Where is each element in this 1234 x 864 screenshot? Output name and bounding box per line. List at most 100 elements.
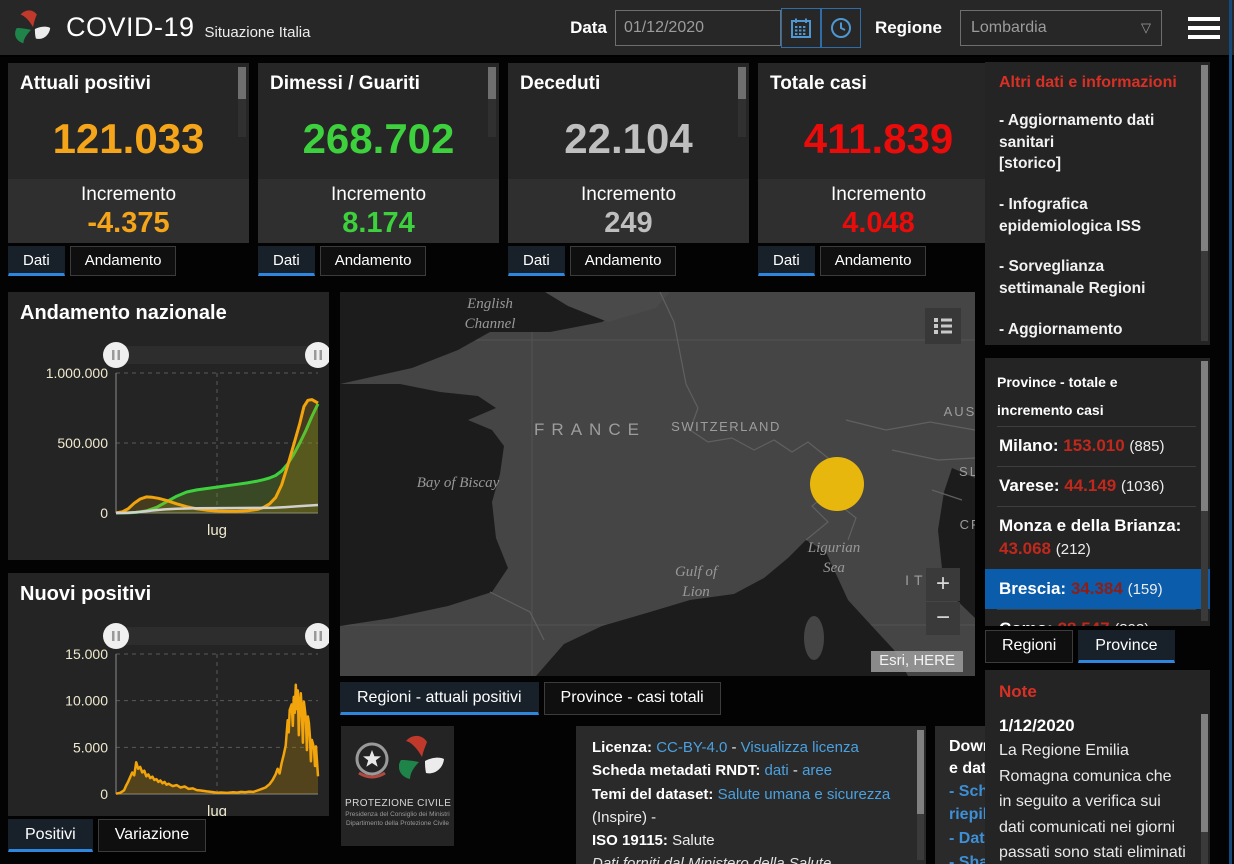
sidebar-tab-province[interactable]: Province (1078, 630, 1175, 663)
card-0-tab-dati[interactable]: Dati (8, 246, 65, 276)
info-panel-scrollbar[interactable] (1201, 65, 1208, 341)
province-increment: (1036) (1120, 477, 1165, 495)
summary-card-1: Dimessi / Guariti 268.702 Incremento 8.174 (258, 63, 499, 243)
menu-icon (1188, 16, 1220, 21)
map[interactable]: English Channel Bay of Biscay Gulf of Lion Li… (340, 292, 975, 676)
map-tab-province-casi-totali[interactable]: Province - casi totali (543, 682, 721, 715)
time-button[interactable] (820, 7, 861, 48)
card-2-tab-andamento[interactable]: Andamento (569, 246, 677, 276)
calendar-button[interactable] (780, 7, 821, 48)
date-label: Data (570, 17, 607, 37)
summary-card-3: Totale casi 411.839 Incremento 4.048 (758, 63, 999, 243)
protezione-civile-logo-block: PROTEZIONE CIVILE Presidenza del Consigl… (341, 726, 454, 846)
map-marker-lombardia[interactable] (810, 457, 864, 511)
logo-line2: Dipartimento della Protezione Civile (346, 820, 449, 827)
card-scrollbar[interactable] (738, 67, 746, 137)
zoom-out-button[interactable]: − (926, 602, 960, 635)
province-total: 28.547 (1058, 619, 1110, 626)
license-link[interactable]: CC-BY-4.0 (656, 739, 727, 756)
card-title: Totale casi (770, 73, 867, 94)
license-scrollbar[interactable] (917, 730, 924, 860)
card-scrollbar[interactable] (238, 67, 246, 137)
card-3-tab-andamento[interactable]: Andamento (819, 246, 927, 276)
license-link[interactable]: aree (802, 762, 832, 779)
province-panel-tabs: Regioni Province (985, 630, 1210, 663)
province-total: 34.384 (1070, 578, 1123, 598)
license-link[interactable]: Salute umana e sicurezza (718, 786, 891, 803)
menu-button[interactable] (1188, 16, 1220, 39)
note-panel-title: Note (999, 682, 1037, 701)
region-select[interactable]: Lombardia ▽ (960, 9, 1162, 46)
card-2-tab-dati[interactable]: Dati (508, 246, 565, 276)
province-row-monza-e-della-brianza[interactable]: Monza e della Brianza: 43.068 (212) (997, 505, 1196, 569)
range-slider-handle[interactable] (103, 342, 129, 368)
province-row-varese[interactable]: Varese: 44.149 (1036) (997, 465, 1196, 506)
map-label: FRANCE (534, 420, 646, 439)
legend-list-icon (934, 318, 952, 334)
info-link[interactable]: - Aggiornamento dati sanitari [storico] (999, 110, 1188, 175)
card-scrollbar[interactable] (488, 67, 496, 137)
province-panel: Province - totale e incremento casi Mila… (985, 358, 1210, 626)
province-panel-title: Province - totale e incremento casi (997, 374, 1118, 418)
national-trend-chart[interactable]: 0 500.000 1.000.000 lug (20, 327, 329, 557)
sidebar-tab-regioni[interactable]: Regioni (985, 630, 1074, 663)
range-slider-handle[interactable] (305, 342, 329, 368)
province-row-brescia[interactable]: Brescia: 34.384 (159) (985, 568, 1210, 609)
summary-card-0: Attuali positivi 121.033 Incremento -4.375 (8, 63, 249, 243)
card-value: 411.839 (803, 115, 954, 162)
zoom-in-button[interactable]: + (926, 568, 960, 601)
map-label: AUS (944, 404, 975, 419)
date-input[interactable] (614, 9, 781, 46)
new-positives-tab-positivi[interactable]: Positivi (8, 819, 93, 852)
license-line: Temi del dataset: Salute umana e sicurez… (592, 785, 891, 826)
note-text: La Regione Emilia Romagna comunica che i… (999, 742, 1186, 862)
card-tabs: Dati Andamento (258, 246, 499, 276)
svg-text:15.000: 15.000 (65, 646, 108, 662)
map-attribution: Esri, HERE (871, 651, 963, 672)
covid-dashboard: COVID-19 Situazione Italia Data Re (0, 0, 1234, 864)
license-panel: Licenza: CC-BY-4.0 - Visualizza licenza S… (576, 726, 926, 864)
chevron-down-icon: ▽ (1141, 19, 1151, 35)
license-link[interactable]: Visualizza licenza (741, 739, 859, 756)
note-panel: Note 1/12/2020 La Regione Emilia Romagna… (985, 670, 1210, 864)
svg-text:lug: lug (207, 522, 227, 539)
card-3-tab-dati[interactable]: Dati (758, 246, 815, 276)
svg-text:0: 0 (100, 786, 108, 802)
card-0-tab-andamento[interactable]: Andamento (69, 246, 177, 276)
increment-value: -4.375 (87, 207, 170, 239)
card-1-tab-andamento[interactable]: Andamento (319, 246, 427, 276)
national-trend-panel: Andamento nazionale 0 500.000 1.000.000 lug (8, 292, 329, 560)
info-link[interactable]: - Sorveglianza settimanale Regioni (999, 256, 1188, 299)
new-positives-panel: Nuovi positivi 0 5.000 10.000 15.000 lug (8, 573, 329, 816)
logo-line1: Presidenza del Consiglio dei Ministri (345, 811, 450, 818)
license-line: Scheda metadati RNDT: dati - aree (592, 762, 833, 780)
map-label: CR (960, 517, 975, 532)
info-link[interactable]: - Infografica epidemiologica ISS (999, 194, 1188, 237)
map-canvas[interactable]: English ChannelBay of BiscayGulf of LionLi… (340, 292, 975, 676)
province-row-milano[interactable]: Milano: 153.010 (885) (997, 426, 1196, 466)
new-positives-title: Nuovi positivi (20, 583, 152, 605)
province-panel-scrollbar[interactable] (1201, 361, 1208, 621)
card-tabs: Dati Andamento (8, 246, 249, 276)
new-positives-chart[interactable]: 0 5.000 10.000 15.000 lug (20, 608, 329, 816)
license-link[interactable]: dati (765, 762, 789, 779)
svg-text:500.000: 500.000 (57, 435, 108, 451)
card-1-tab-dati[interactable]: Dati (258, 246, 315, 276)
info-link[interactable]: - Aggiornamento (999, 319, 1188, 341)
license-line: ISO 19115: Salute (592, 832, 715, 849)
new-positives-tab-variazione[interactable]: Variazione (97, 819, 207, 852)
range-slider-handle[interactable] (305, 623, 329, 649)
province-increment: (159) (1127, 580, 1163, 598)
summary-card-2: Deceduti 22.104 Incremento 249 (508, 63, 749, 243)
license-line: Dati forniti dal Ministero della Salute (592, 855, 832, 864)
increment-label: Incremento (80, 184, 177, 205)
card-tabs: Dati Andamento (758, 246, 999, 276)
legend-button[interactable] (925, 308, 961, 344)
license-line: Licenza: CC-BY-4.0 - Visualizza licenza (592, 739, 859, 756)
range-slider-handle[interactable] (103, 623, 129, 649)
note-panel-scrollbar[interactable] (1201, 714, 1208, 864)
map-zoom-controls: + − (926, 568, 960, 636)
map-tab-regioni-attuali-positivi[interactable]: Regioni - attuali positivi (340, 682, 539, 715)
province-row-como[interactable]: Como: 28.547 (893) (997, 608, 1196, 626)
info-links-panel: Altri dati e informazioni - Aggiornament… (985, 62, 1210, 345)
